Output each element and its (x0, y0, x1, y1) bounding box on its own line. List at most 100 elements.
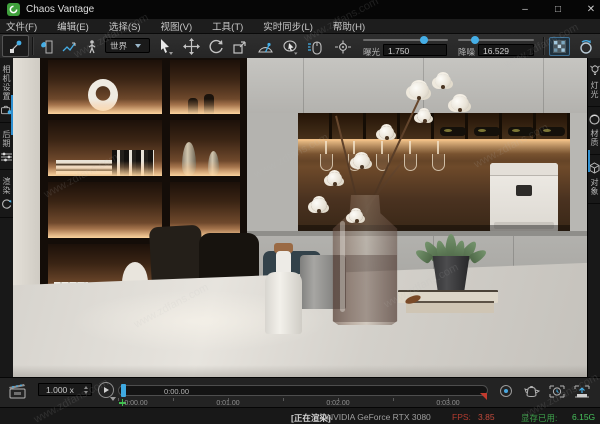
maximize-button[interactable]: □ (543, 0, 573, 19)
decor-shape (490, 163, 558, 176)
cotton-puff (327, 172, 342, 185)
scale-icon (232, 39, 248, 55)
toolbar-separator (543, 37, 545, 55)
ruler-tick-label: 0:01.00 (206, 400, 250, 407)
tab-materials[interactable]: 材质 (588, 107, 600, 155)
ruler-tick-label: 0:00.00 (114, 400, 158, 407)
close-button[interactable]: ✕ (576, 0, 600, 19)
book-stack (56, 160, 114, 176)
render-state-label: [正在渲染] (291, 412, 331, 424)
focus-pick-button[interactable] (332, 37, 354, 56)
tab-lights-label: 灯光 (589, 81, 600, 99)
wine-bottle (474, 127, 500, 136)
books-vertical (112, 150, 154, 176)
tab-lights[interactable]: 灯光 (588, 58, 600, 107)
render-teapot-button[interactable] (522, 383, 542, 399)
timeline-track[interactable]: 0:00.00 (118, 385, 488, 396)
select-tool-button[interactable] (154, 37, 176, 56)
snapshot-timer-button[interactable] (547, 383, 567, 399)
gpu-name-label: NVIDIA GeForce RTX 3080 (327, 412, 431, 422)
menu-edit[interactable]: 编辑(E) (57, 19, 89, 33)
focus-target-icon (334, 40, 352, 54)
right-panel-indicator (588, 150, 590, 172)
status-bar: [正在渲染] NVIDIA GeForce RTX 3080 FPS: 3.85… (0, 407, 600, 424)
mouse-sensitivity-button[interactable] (304, 37, 326, 56)
stepper-down-icon[interactable] (84, 391, 88, 394)
cabinet-seam (303, 58, 304, 113)
minimize-button[interactable]: – (510, 0, 540, 19)
denoise-label: 降噪 (458, 46, 475, 58)
rotate-icon (208, 39, 224, 55)
vram-value: 6.15G (572, 412, 595, 422)
menu-select[interactable]: 选择(S) (109, 19, 141, 33)
chevron-down-icon (135, 44, 141, 48)
sequencer-tool-button[interactable] (2, 35, 29, 57)
camera-path-button[interactable] (58, 37, 80, 56)
cotton-puff (451, 96, 469, 111)
transform-space-dropdown[interactable]: 世界 (105, 38, 150, 53)
move-icon (183, 38, 200, 55)
wine-bottle (539, 127, 565, 136)
walk-mode-button[interactable] (81, 37, 103, 56)
menu-help[interactable]: 帮助(H) (333, 19, 365, 33)
menu-view[interactable]: 视图(V) (160, 19, 192, 33)
silver-vase (208, 151, 219, 176)
camera-export-icon (573, 384, 591, 399)
denoise-slider[interactable] (458, 39, 534, 41)
menu-tools[interactable]: 工具(T) (212, 19, 243, 33)
orbit-tool-button[interactable] (279, 37, 301, 56)
fps-label: FPS: (452, 412, 471, 422)
playback-speed-input[interactable]: 1.000 x (38, 383, 92, 396)
camera-clock-icon (548, 384, 566, 399)
shelf-cell (48, 182, 162, 238)
cotton-puff (349, 210, 363, 222)
speed-stepper[interactable] (84, 386, 88, 394)
dither-toggle-button[interactable] (549, 37, 570, 56)
render-viewport[interactable] (13, 58, 587, 377)
play-icon (104, 387, 109, 393)
denoise-slider-handle[interactable] (471, 36, 479, 44)
exposure-slider[interactable] (363, 39, 448, 41)
teapot-icon (523, 384, 541, 398)
record-button[interactable] (500, 385, 512, 397)
stepper-up-icon[interactable] (84, 386, 88, 389)
shelf-cell (48, 60, 162, 114)
menu-livesync[interactable]: 实时同步(L) (263, 19, 313, 33)
render-output-button[interactable] (572, 383, 592, 399)
animation-clapper-button[interactable] (8, 383, 28, 399)
cabinet-seam (543, 58, 544, 113)
wall-section (570, 113, 587, 233)
shelf-cell (170, 60, 240, 114)
scale-tool-button[interactable] (229, 37, 251, 56)
ruler-tick-label: 0:03.00 (426, 400, 470, 407)
record-dot-icon (504, 389, 508, 393)
app-logo-icon (7, 3, 20, 16)
decor-shape (340, 221, 345, 312)
coffee-machine (490, 163, 558, 233)
playhead[interactable] (121, 384, 126, 397)
tab-render[interactable]: 渲染 (0, 170, 13, 218)
rotate-tool-button[interactable] (205, 37, 227, 56)
exposure-label: 曝光 (363, 46, 380, 58)
measure-icon (257, 39, 274, 55)
exposure-slider-handle[interactable] (420, 36, 428, 44)
render-loop-button[interactable] (575, 37, 597, 56)
tab-objects-label: 对象 (589, 178, 600, 196)
menu-file[interactable]: 文件(F) (6, 19, 37, 33)
menu-bar: 文件(F) 编辑(E) 选择(S) 视图(V) 工具(T) 实时同步(L) 帮助… (0, 19, 600, 34)
decor-shape (516, 185, 532, 196)
silver-vase (182, 142, 196, 176)
denoise-input[interactable]: 16.529 (478, 44, 534, 56)
play-button[interactable] (98, 382, 114, 398)
scene-assets-button[interactable] (35, 37, 57, 56)
window-title: Chaos Vantage (26, 4, 94, 15)
white-grinder-bottle (265, 272, 302, 334)
timeline-ruler: 0:00.00 0:01.00 0:02.00 0:03.00 (118, 398, 488, 407)
decor-shape (188, 98, 198, 114)
wine-glass (402, 141, 418, 179)
exposure-input[interactable]: 1.750 (383, 44, 447, 56)
post-processing-icon (1, 152, 12, 162)
measure-tool-button[interactable] (254, 37, 276, 56)
move-tool-button[interactable] (180, 37, 202, 56)
cotton-puff (409, 82, 429, 99)
